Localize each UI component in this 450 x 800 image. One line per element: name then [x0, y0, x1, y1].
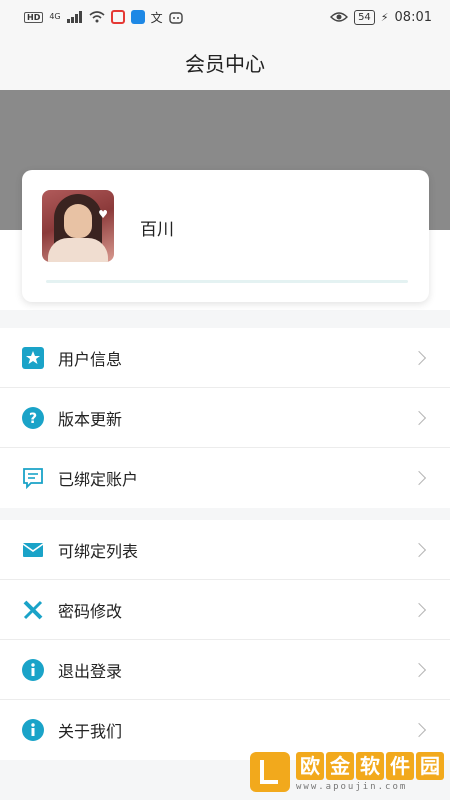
username: 百川: [140, 220, 174, 240]
chevron-right-icon: [411, 602, 427, 617]
watermark-char: 软: [356, 752, 384, 780]
menu-label: 密码修改: [58, 601, 123, 621]
menu-label: 关于我们: [58, 722, 123, 741]
chevron-right-icon: [411, 722, 427, 738]
status-bar: HD 4G 文 54 ⚡ 08:01: [0, 0, 450, 34]
heart-icon: ♥: [98, 208, 108, 221]
profile-card[interactable]: ♥ 百川: [22, 170, 429, 302]
menu-group-account: 用户信息 ? 版本更新 已绑定账户: [0, 328, 450, 508]
svg-text:?: ?: [29, 411, 37, 427]
signal-icon: [66, 11, 82, 23]
eye-icon: [330, 12, 349, 22]
title-bar: 会员中心: [0, 34, 450, 90]
translate-icon: 文: [150, 10, 163, 25]
robot-icon: [168, 12, 183, 24]
watermark-char: 园: [416, 752, 444, 780]
watermark-logo-icon: [250, 752, 290, 792]
info-icon: [22, 658, 44, 681]
app-notification-icon: [110, 10, 125, 24]
status-left: HD 4G 文: [24, 9, 183, 26]
network-indicator: 4G: [49, 12, 61, 21]
charging-icon: ⚡: [380, 10, 389, 24]
watermark-char: 件: [386, 752, 414, 780]
wifi-icon: [89, 11, 105, 23]
menu-label: 可绑定列表: [58, 541, 139, 561]
info-icon: [22, 719, 44, 741]
menu-label: 用户信息: [58, 349, 123, 369]
menu-label: 退出登录: [58, 661, 123, 681]
chevron-right-icon: [411, 410, 427, 425]
menu-label: 版本更新: [58, 409, 123, 429]
chevron-right-icon: [411, 662, 427, 677]
question-icon: ?: [22, 406, 44, 429]
clock: 08:01: [394, 9, 432, 25]
watermark-char: 欧: [296, 752, 324, 780]
page-title: 会员中心: [185, 51, 265, 76]
menu-item-bindable-list[interactable]: 可绑定列表: [0, 520, 450, 580]
menu-item-change-password[interactable]: 密码修改: [0, 580, 450, 640]
menu-item-bound-accounts[interactable]: 已绑定账户: [0, 448, 450, 508]
menu-label: 已绑定账户: [58, 470, 139, 489]
search-app-icon: [130, 10, 145, 24]
battery-indicator: 54: [354, 9, 375, 25]
chevron-right-icon: [411, 470, 427, 486]
status-right: 54 ⚡ 08:01: [330, 9, 432, 25]
watermark-url: www.apoujin.com: [296, 782, 408, 792]
watermark-char: 金: [326, 752, 354, 780]
hd-indicator: HD: [24, 11, 44, 23]
star-icon: [22, 346, 44, 369]
profile-divider: [46, 280, 408, 283]
chevron-right-icon: [411, 350, 427, 365]
chevron-right-icon: [411, 542, 427, 557]
message-icon: [22, 467, 44, 489]
menu-item-version-update[interactable]: ? 版本更新: [0, 388, 450, 448]
mail-icon: [22, 539, 44, 561]
avatar[interactable]: ♥: [42, 190, 114, 262]
menu-group-settings: 可绑定列表 密码修改 退出登录 关于我们: [0, 520, 450, 760]
menu-item-logout[interactable]: 退出登录: [0, 640, 450, 700]
watermark: 欧 金 软 件 园 www.apoujin.com: [250, 744, 450, 800]
watermark-title: 欧 金 软 件 园: [296, 752, 444, 780]
ruler-pencil-icon: [22, 599, 44, 621]
menu-item-user-info[interactable]: 用户信息: [0, 328, 450, 388]
